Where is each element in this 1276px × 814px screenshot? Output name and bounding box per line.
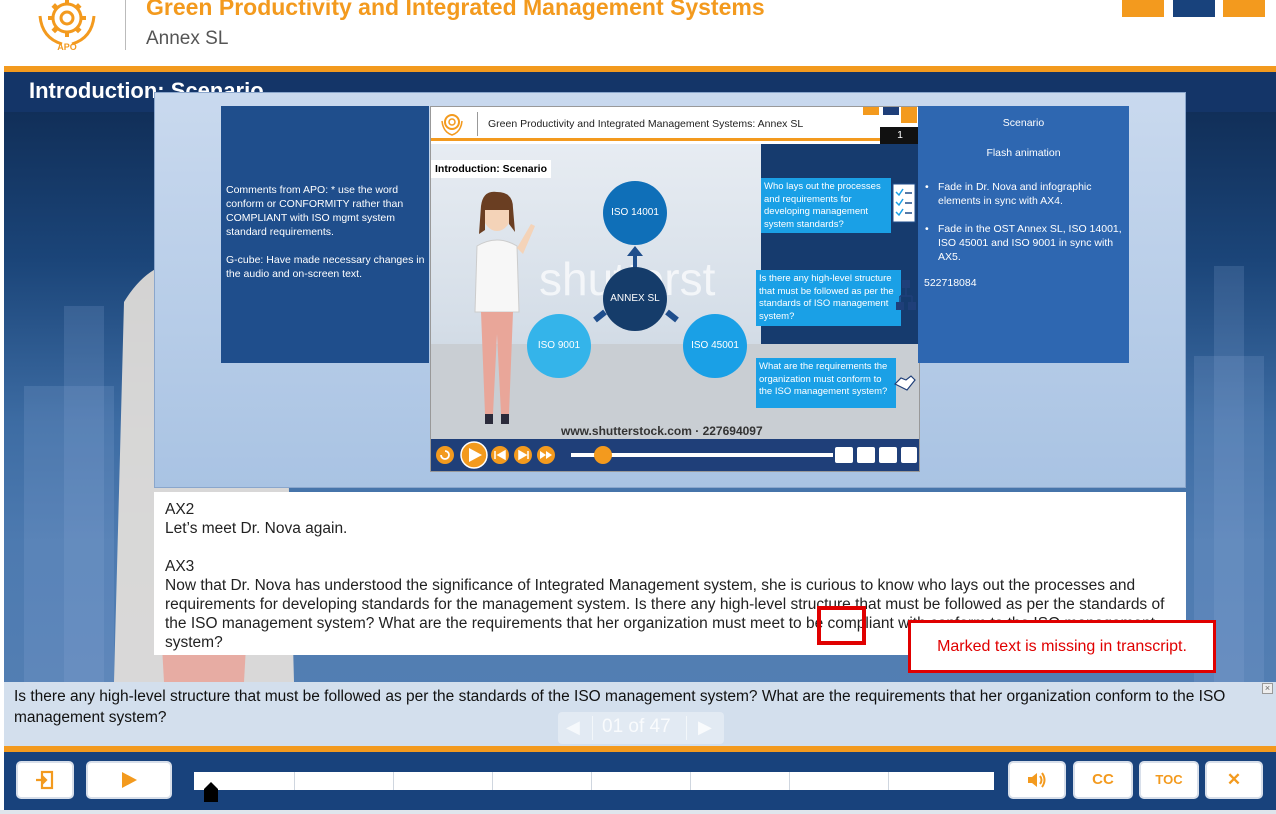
- notes-bullets: Fade in Dr. Nova and infographic element…: [924, 180, 1123, 264]
- window-bottom-edge: [0, 810, 1276, 814]
- comment-gcube: G-cube: Have made necessary changes in t…: [226, 254, 425, 280]
- header-divider: [125, 0, 126, 50]
- player-controls: CC TOC ✕: [4, 752, 1276, 810]
- question-box-3: What are the requirements the organizati…: [756, 358, 896, 408]
- caption-close-button[interactable]: ×: [1262, 683, 1273, 694]
- course-title: Green Productivity and Integrated Manage…: [146, 0, 765, 20]
- mini-scene: shutterst Introduction: Scenario: [431, 144, 919, 439]
- circle-annex-sl: ANNEX SL: [603, 267, 667, 331]
- storyboard-panel: Comments from APO: * use the word confor…: [154, 92, 1186, 488]
- transcript-line: Let’s meet Dr. Nova again.: [165, 520, 348, 537]
- pager-next-button[interactable]: ▶: [698, 717, 712, 738]
- embedded-slide-preview: Green Productivity and Integrated Manage…: [430, 106, 920, 472]
- brand-square-navy: [1173, 0, 1215, 17]
- exit-button[interactable]: [16, 761, 74, 799]
- circle-iso-45001: ISO 45001: [683, 314, 747, 378]
- comments-panel: Comments from APO: * use the word confor…: [221, 106, 429, 363]
- apo-logo: APO: [38, 0, 96, 52]
- question-3-text: What are the requirements the organizati…: [759, 361, 888, 397]
- transcript-line: [165, 538, 1176, 557]
- seek-bar[interactable]: [194, 772, 994, 790]
- asset-code: 522718084: [924, 277, 977, 289]
- question-box-1: Who lays out the processes and requireme…: [761, 178, 891, 233]
- question-1-text: Who lays out the processes and requireme…: [764, 181, 881, 230]
- notes-bullet: Fade in Dr. Nova and infographic element…: [924, 180, 1123, 208]
- mini-apo-logo: [441, 114, 463, 136]
- handshake-icon: [893, 375, 916, 391]
- circle-iso-9001: ISO 9001: [527, 314, 591, 378]
- mini-title: Green Productivity and Integrated Manage…: [488, 118, 804, 130]
- pager-prev-button[interactable]: ◀: [566, 717, 580, 738]
- circle-iso-14001: ISO 14001: [603, 181, 667, 245]
- play-icon: [122, 772, 137, 788]
- mini-label: Introduction: Scenario: [431, 160, 552, 178]
- transcript-line: AX3: [165, 558, 195, 575]
- notes-bullet: Fade in the OST Annex SL, ISO 14001, ISO…: [924, 222, 1123, 264]
- question-box-2: Is there any high-level structure that m…: [756, 270, 901, 326]
- mini-header: Green Productivity and Integrated Manage…: [431, 107, 919, 144]
- brand-square-orange-2: [1223, 0, 1265, 17]
- exit-icon: [36, 770, 54, 790]
- hierarchy-icon: [896, 280, 916, 310]
- watermark-footer: www.shutterstock.com · 227694097: [561, 424, 763, 438]
- volume-icon: [1028, 772, 1046, 788]
- pager-count: 01 of 47: [602, 716, 671, 737]
- seek-playhead[interactable]: [204, 782, 218, 802]
- mini-player-controls: [431, 439, 919, 471]
- svg-text:APO: APO: [57, 42, 77, 52]
- cc-button[interactable]: CC: [1073, 761, 1133, 799]
- notes-panel: Scenario Flash animation Fade in Dr. Nov…: [918, 106, 1129, 363]
- app-header: APO Green Productivity and Integrated Ma…: [0, 0, 1276, 66]
- volume-button[interactable]: [1008, 761, 1066, 799]
- close-button[interactable]: ✕: [1205, 761, 1263, 799]
- mini-page-number: 1: [880, 127, 919, 144]
- slide-pager: ◀ 01 of 47 ▶: [558, 712, 724, 744]
- question-2-text: Is there any high-level structure that m…: [759, 273, 894, 322]
- brand-square-orange: [1122, 0, 1164, 17]
- review-comment: Marked text is missing in transcript.: [908, 620, 1216, 673]
- toc-button[interactable]: TOC: [1139, 761, 1199, 799]
- comment-apo: Comments from APO: * use the word confor…: [226, 184, 404, 238]
- notes-subtitle: Flash animation: [986, 147, 1061, 159]
- transcript-line: AX2: [165, 501, 195, 518]
- play-button[interactable]: [86, 761, 172, 799]
- review-highlight-box: [817, 606, 866, 645]
- notes-title: Scenario: [1002, 117, 1045, 129]
- course-subtitle: Annex SL: [146, 28, 229, 49]
- checklist-icon: [892, 183, 916, 223]
